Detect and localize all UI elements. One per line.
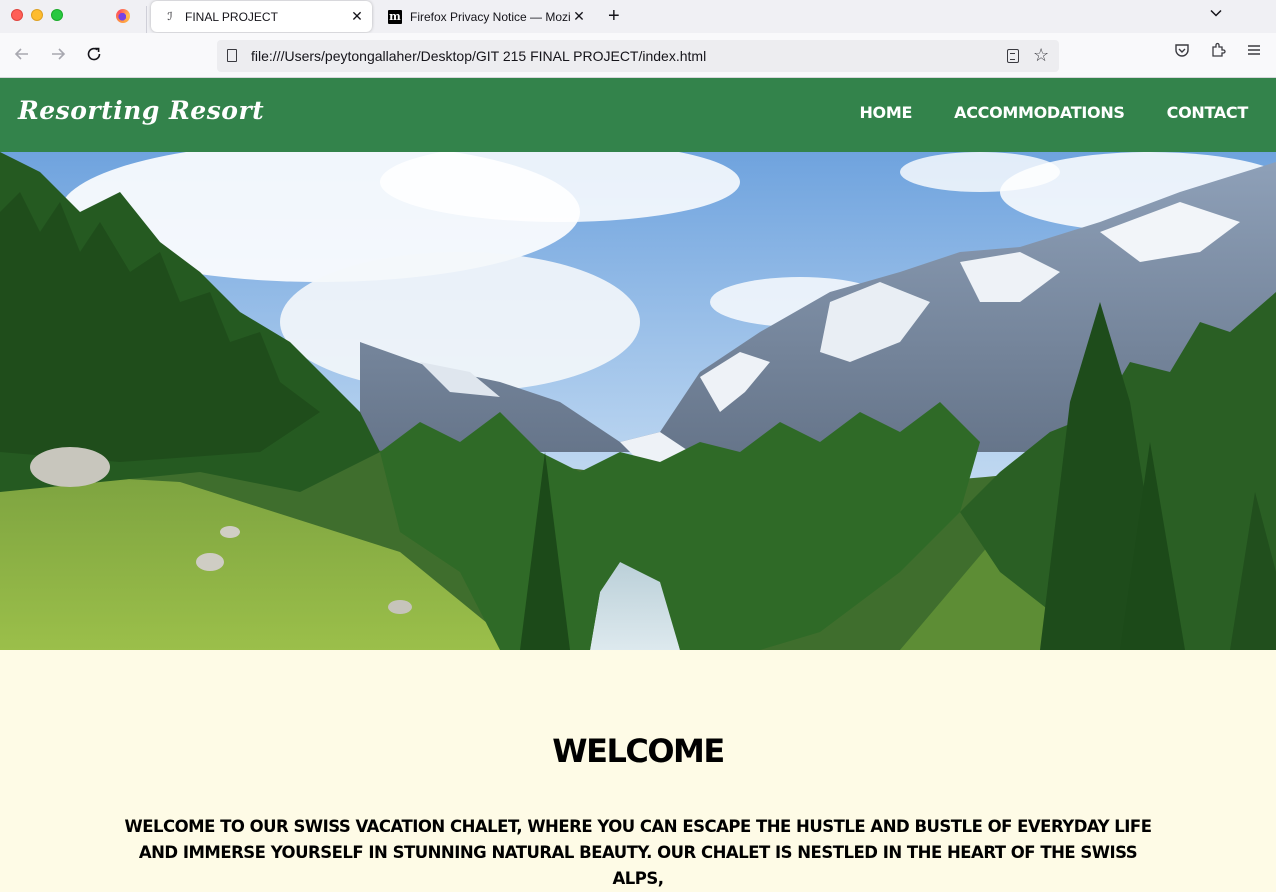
- close-icon[interactable]: ✕: [570, 8, 588, 25]
- mountain-valley-photo: [0, 152, 1276, 650]
- new-tab-button[interactable]: +: [608, 6, 620, 26]
- nav-link-accommodations[interactable]: ACCOMMODATIONS: [954, 103, 1125, 122]
- bookmark-star-icon[interactable]: ☆: [1033, 45, 1049, 65]
- nav-link-home[interactable]: HOME: [859, 103, 912, 122]
- nav-link-contact[interactable]: CONTACT: [1167, 103, 1249, 122]
- welcome-text: WELCOME TO OUR SWISS VACATION CHALET, WH…: [124, 817, 1152, 888]
- reader-view-icon[interactable]: [1007, 49, 1019, 63]
- site-header: Resorting Resort HOME ACCOMMODATIONS CON…: [0, 78, 1276, 152]
- document-icon: ℐ: [167, 11, 173, 23]
- window-close-button[interactable]: [11, 9, 23, 21]
- address-bar[interactable]: file:///Users/peytongallaher/Desktop/GIT…: [217, 40, 1059, 72]
- back-arrow-icon[interactable]: [12, 45, 32, 65]
- hamburger-menu-icon[interactable]: [1246, 42, 1262, 64]
- pocket-icon[interactable]: [1174, 42, 1190, 64]
- tab-privacy-notice[interactable]: m Firefox Privacy Notice — Mozilla ✕: [376, 1, 594, 32]
- site-logo[interactable]: Resorting Resort: [18, 96, 264, 125]
- page-icon: [227, 49, 237, 62]
- window-maximize-button[interactable]: [51, 9, 63, 21]
- mozilla-m-icon: m: [388, 9, 402, 24]
- welcome-heading: WELCOME: [552, 732, 725, 770]
- close-icon[interactable]: ✕: [348, 8, 366, 25]
- chevron-down-icon[interactable]: [1209, 6, 1223, 23]
- welcome-section: WELCOME WELCOME TO OUR SWISS VACATION CH…: [0, 650, 1276, 888]
- extensions-icon[interactable]: [1210, 42, 1226, 64]
- browser-tab-bar: ℐ FINAL PROJECT ✕ m Firefox Privacy Noti…: [0, 0, 1276, 34]
- browser-toolbar: file:///Users/peytongallaher/Desktop/GIT…: [0, 33, 1276, 78]
- tab-title: FINAL PROJECT: [185, 9, 278, 24]
- tab-title: Firefox Privacy Notice — Mozilla: [410, 9, 570, 24]
- hero-image: [0, 152, 1276, 650]
- url-text[interactable]: file:///Users/peytongallaher/Desktop/GIT…: [251, 40, 706, 72]
- forward-arrow-icon[interactable]: [48, 45, 68, 65]
- tab-separator: [146, 6, 147, 34]
- site-nav: HOME ACCOMMODATIONS CONTACT: [859, 103, 1248, 122]
- firefox-view-icon[interactable]: [116, 9, 130, 23]
- tab-final-project[interactable]: ℐ FINAL PROJECT ✕: [151, 1, 372, 32]
- reload-icon[interactable]: [84, 45, 104, 65]
- window-minimize-button[interactable]: [31, 9, 43, 21]
